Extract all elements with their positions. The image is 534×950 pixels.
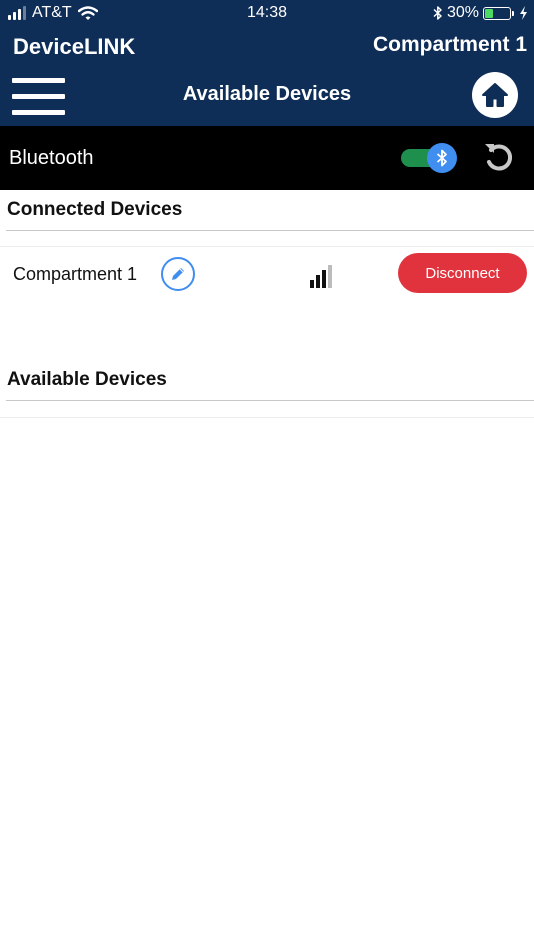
battery-percent: 30% (446, 4, 479, 21)
bluetooth-toggle[interactable] (401, 143, 459, 173)
refresh-button[interactable] (481, 140, 517, 176)
row-divider (0, 417, 534, 418)
section-divider (6, 400, 534, 401)
battery-icon (483, 6, 514, 20)
list-item: Compartment 1 Disconnect (0, 246, 534, 302)
disconnect-button[interactable]: Disconnect (398, 253, 527, 293)
pencil-icon (172, 268, 184, 280)
carrier-label: AT&T (32, 4, 72, 21)
wifi-icon (77, 5, 98, 20)
bluetooth-icon (433, 6, 442, 20)
current-device-title: Compartment 1 (372, 33, 527, 56)
connected-devices-heading: Connected Devices (7, 199, 183, 220)
status-bar: AT&T 14:38 30% (0, 0, 534, 26)
signal-strength-icon (310, 263, 332, 288)
status-right: 30% (433, 4, 528, 22)
home-button[interactable] (472, 72, 518, 118)
signal-bar (322, 270, 326, 288)
signal-bar (328, 265, 332, 288)
lightning-icon (520, 6, 527, 20)
bluetooth-bar: Bluetooth (0, 126, 534, 190)
device-name: Compartment 1 (13, 264, 138, 284)
bluetooth-icon (436, 149, 447, 167)
page-title: Available Devices (182, 83, 352, 105)
section-divider (6, 230, 534, 231)
home-icon (482, 83, 508, 107)
available-devices-heading: Available Devices (7, 369, 167, 390)
app-title: DeviceLINK (13, 34, 136, 59)
app-header: DeviceLINK Compartment 1 Available Devic… (0, 26, 534, 126)
cellular-signal-icon (8, 6, 26, 20)
signal-bar (316, 275, 320, 288)
refresh-icon (485, 144, 513, 171)
bluetooth-label: Bluetooth (9, 147, 94, 169)
toggle-knob (427, 143, 457, 173)
signal-bar (310, 280, 314, 288)
hamburger-menu-icon[interactable] (12, 78, 66, 118)
edit-device-button[interactable] (161, 257, 195, 291)
status-left: AT&T (8, 4, 98, 22)
